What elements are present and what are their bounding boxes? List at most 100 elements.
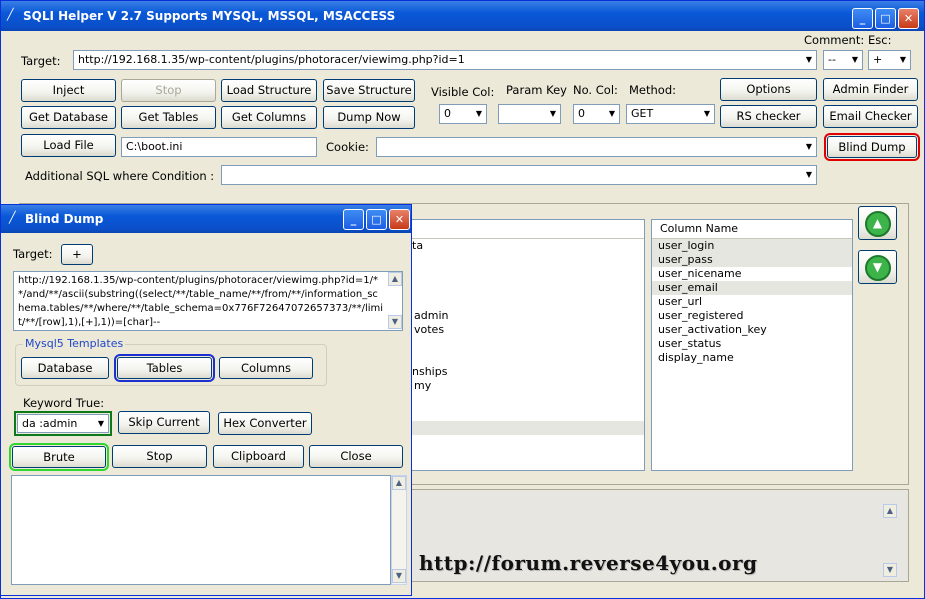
dialog-output-textarea[interactable] [11, 475, 391, 585]
template-database-button[interactable]: Database [21, 357, 109, 379]
dialog-maximize-button[interactable]: □ [366, 209, 387, 230]
dialog-minimize-button[interactable]: _ [343, 209, 364, 230]
query-text: http://192.168.1.35/wp-content/plugins/p… [18, 275, 384, 328]
load-file-button[interactable]: Load File [21, 134, 116, 157]
chevron-down-icon[interactable]: ▼ [472, 105, 486, 123]
stop-button[interactable]: Stop [121, 79, 216, 102]
comment-combo[interactable]: -- ▼ [823, 50, 863, 70]
move-down-button[interactable]: ▼ [858, 250, 897, 284]
chevron-down-icon[interactable]: ▼ [802, 51, 816, 69]
column-item[interactable]: user_activation_key [652, 323, 852, 337]
table-item[interactable]: nships [410, 365, 644, 379]
window-title: SQLI Helper V 2.7 Supports MYSQL, MSSQL,… [23, 9, 396, 23]
options-button[interactable]: Options [720, 78, 817, 101]
get-columns-button[interactable]: Get Columns [221, 106, 317, 129]
close-button[interactable]: ✕ [898, 8, 919, 29]
rs-checker-button[interactable]: RS checker [720, 105, 817, 128]
template-columns-button[interactable]: Columns [219, 357, 313, 379]
method-label: Method: [629, 83, 677, 97]
chevron-down-icon[interactable]: ▼ [546, 105, 560, 123]
blind-dump-button[interactable]: Blind Dump [824, 133, 920, 161]
columns-list[interactable]: Column Name user_login user_pass user_ni… [651, 219, 853, 471]
column-item[interactable]: user_email [652, 281, 852, 295]
dialog-close-action-button[interactable]: Close [309, 445, 403, 468]
dialog-target-label: Target: [13, 247, 53, 261]
esc-combo[interactable]: + ▼ [868, 50, 911, 70]
comment-label: Comment: [804, 33, 865, 47]
chevron-down-icon[interactable]: ▼ [605, 105, 619, 123]
cookie-input[interactable]: ▼ [376, 137, 817, 157]
target-label: Target: [21, 54, 61, 68]
table-selected-row[interactable] [410, 421, 644, 435]
chevron-down-icon[interactable]: ▼ [896, 51, 910, 69]
no-col-value: 0 [578, 107, 585, 120]
inject-button[interactable]: Inject [21, 79, 116, 102]
arrow-up-icon: ▲ [864, 210, 891, 237]
dump-now-button[interactable]: Dump Now [323, 106, 415, 129]
scroll-up-icon[interactable]: ▲ [388, 272, 402, 286]
maximize-button[interactable]: □ [875, 8, 896, 29]
visible-col-label: Visible Col: [431, 85, 495, 99]
columns-header: Column Name [652, 220, 852, 239]
load-file-input[interactable]: C:\boot.ini [121, 137, 317, 157]
dialog-icon: ╱ [9, 211, 16, 224]
scroll-down-icon[interactable]: ▼ [388, 315, 402, 329]
templates-label: Mysql5 Templates [23, 337, 126, 350]
admin-finder-button[interactable]: Admin Finder [823, 78, 918, 101]
column-item[interactable]: user_nicename [652, 267, 852, 281]
no-col-label: No. Col: [573, 83, 618, 97]
arrow-down-icon: ▼ [864, 254, 891, 281]
column-item[interactable]: user_registered [652, 309, 852, 323]
target-value: http://192.168.1.35/wp-content/plugins/p… [78, 53, 465, 66]
visible-col-combo[interactable]: 0 ▼ [439, 104, 487, 124]
get-tables-button[interactable]: Get Tables [121, 106, 216, 129]
scroll-down-icon[interactable]: ▼ [883, 563, 897, 577]
method-combo[interactable]: GET ▼ [626, 104, 715, 124]
table-item[interactable]: ta [410, 239, 644, 253]
table-item[interactable]: votes [410, 323, 644, 337]
query-textarea[interactable]: http://192.168.1.35/wp-content/plugins/p… [13, 271, 403, 331]
scroll-down-icon[interactable]: ▼ [392, 569, 406, 583]
no-col-combo[interactable]: 0 ▼ [573, 104, 620, 124]
save-structure-button[interactable]: Save Structure [323, 79, 415, 102]
scroll-up-icon[interactable]: ▲ [883, 504, 897, 518]
tables-list[interactable]: ta admin votes nships my [409, 219, 645, 471]
load-structure-button[interactable]: Load Structure [221, 79, 317, 102]
target-input[interactable]: http://192.168.1.35/wp-content/plugins/p… [73, 50, 817, 70]
target-plus-button[interactable]: + [61, 244, 93, 265]
main-titlebar[interactable]: SQLI Helper V 2.7 Supports MYSQL, MSSQL,… [1, 1, 924, 31]
chevron-down-icon[interactable]: ▼ [802, 166, 816, 184]
email-checker-button[interactable]: Email Checker [823, 105, 918, 128]
column-item[interactable]: user_pass [652, 253, 852, 267]
table-item[interactable]: admin [410, 309, 644, 323]
dialog-stop-button[interactable]: Stop [112, 445, 207, 468]
chevron-down-icon[interactable]: ▼ [848, 51, 862, 69]
keyword-combo[interactable]: da :admin ▼ [14, 411, 112, 436]
blind-dump-dialog: Blind Dump ╱ _ □ ✕ Target: + http://192.… [0, 204, 412, 596]
column-item[interactable]: user_url [652, 295, 852, 309]
additional-sql-input[interactable]: ▼ [221, 165, 817, 185]
chevron-down-icon[interactable]: ▼ [700, 105, 714, 123]
chevron-down-icon[interactable]: ▼ [802, 138, 816, 156]
column-item[interactable]: user_status [652, 337, 852, 351]
esc-label: Esc: [868, 33, 892, 47]
scroll-up-icon[interactable]: ▲ [392, 476, 406, 490]
template-tables-button[interactable]: Tables [114, 354, 215, 382]
additional-sql-label: Additional SQL where Condition : [25, 169, 215, 183]
column-item[interactable]: display_name [652, 351, 852, 365]
cookie-label: Cookie: [326, 140, 369, 154]
param-key-combo[interactable]: ▼ [498, 104, 561, 124]
get-database-button[interactable]: Get Database [21, 106, 116, 129]
watermark-url: http://forum.reverse4you.org [419, 551, 758, 575]
clipboard-button[interactable]: Clipboard [213, 445, 304, 468]
brute-button[interactable]: Brute [9, 443, 109, 471]
table-item[interactable]: my [410, 379, 644, 393]
column-item[interactable]: user_login [652, 239, 852, 253]
move-up-button[interactable]: ▲ [858, 206, 897, 240]
hex-converter-button[interactable]: Hex Converter [218, 412, 312, 435]
minimize-button[interactable]: _ [852, 8, 873, 29]
dialog-close-button[interactable]: ✕ [389, 209, 410, 230]
chevron-down-icon[interactable]: ▼ [94, 415, 108, 432]
skip-current-button[interactable]: Skip Current [118, 411, 210, 434]
method-value: GET [631, 107, 654, 120]
